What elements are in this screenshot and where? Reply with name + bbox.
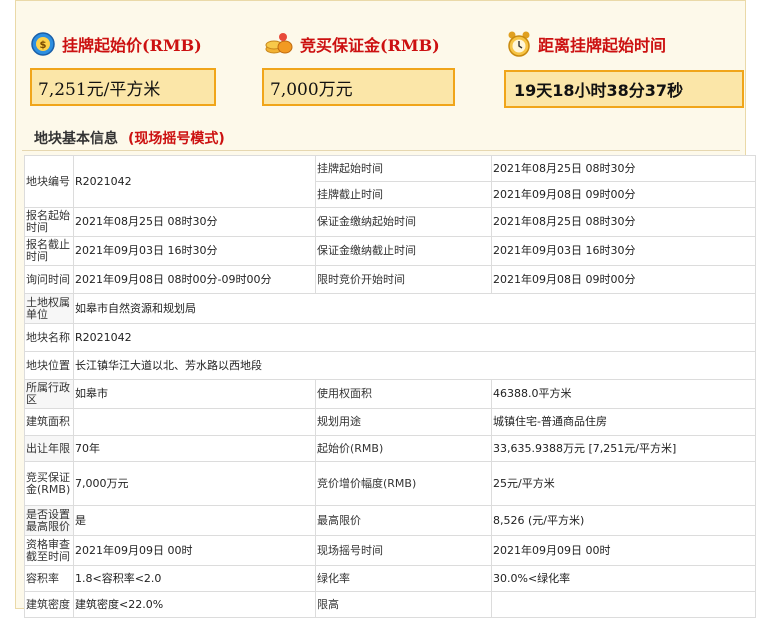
increment-label: 竞价增价幅度(RMB) <box>315 461 492 506</box>
listing-start-value: 2021年08月25日 08时30分 <box>491 155 756 182</box>
reg-start-value: 2021年08月25日 08时30分 <box>73 207 316 237</box>
table-row: 资格审查截至时间 2021年09月09日 00时 现场摇号时间 2021年09月… <box>24 535 756 566</box>
table-row: 建筑面积 规划用途 城镇住宅-普通商品住房 <box>24 408 756 436</box>
table-row: 地块编号 R2021042 挂牌起始时间 2021年08月25日 08时30分 <box>24 155 756 208</box>
term-value: 70年 <box>73 435 316 462</box>
lottery-value: 2021年09月09日 00时 <box>491 535 756 566</box>
start-price-value-box: 7,251元/平方米 <box>30 68 216 106</box>
deposit-label: 竞买保证金(RMB) <box>24 461 74 506</box>
max-price-value: 8,526 (元/平方米) <box>491 505 756 536</box>
countdown-value: 19天18小时38分37秒 <box>514 81 684 100</box>
start-price-label: 起始价(RMB) <box>315 435 492 462</box>
inquiry-value: 2021年09月08日 08时00分-09时00分 <box>73 265 316 294</box>
increment-value: 25元/平方米 <box>491 461 756 506</box>
deposit-value: 7,000万元 <box>73 461 316 506</box>
deposit-end-value: 2021年09月03日 16时30分 <box>491 236 756 266</box>
deposit-start-label: 保证金缴纳起始时间 <box>315 207 492 237</box>
section-heading: 地块基本信息 <box>34 131 118 147</box>
countdown-header: 距离挂牌起始时间 <box>506 30 666 58</box>
green-label: 绿化率 <box>315 565 492 592</box>
green-value: 30.0%<绿化率 <box>491 565 756 592</box>
district-label: 所属行政区 <box>24 379 74 409</box>
name-value: R2021042 <box>73 323 756 352</box>
build-area-label: 建筑面积 <box>24 408 74 436</box>
planned-use-label: 规划用途 <box>315 408 492 436</box>
table-row: 建筑密度 建筑密度<22.0% 限高 <box>24 591 756 618</box>
inquiry-label: 询问时间 <box>24 265 74 294</box>
owner-value: 如皋市自然资源和规划局 <box>73 293 756 324</box>
district-value: 如皋市 <box>73 379 316 409</box>
table-row: 出让年限 70年 起始价(RMB) 33,635.9388万元 [7,251元/… <box>24 435 756 462</box>
bid-start-label: 限时竞价开始时间 <box>315 265 492 294</box>
table-row: 询问时间 2021年09月08日 08时00分-09时00分 限时竞价开始时间 … <box>24 265 756 294</box>
parcel-no-label: 地块编号 <box>24 155 74 208</box>
alarm-clock-icon <box>508 31 530 57</box>
lottery-label: 现场摇号时间 <box>315 535 492 566</box>
density-value: 建筑密度<22.0% <box>73 591 316 618</box>
start-price-value: 7,251元/平方米 <box>38 79 161 100</box>
svg-text:$: $ <box>40 40 47 51</box>
section-title: 地块基本信息 (现场摇号模式) <box>34 128 225 148</box>
start-price-title: 挂牌起始价(RMB) <box>62 36 202 55</box>
table-row: 地块名称 R2021042 <box>24 323 756 352</box>
deposit-title: 竞买保证金(RMB) <box>300 36 440 55</box>
table-row: 所属行政区 如皋市 使用权面积 46388.0平方米 <box>24 379 756 409</box>
table-row: 容积率 1.8<容积率<2.0 绿化率 30.0%<绿化率 <box>24 565 756 592</box>
table-row: 是否设置最高限价 是 最高限价 8,526 (元/平方米) <box>24 505 756 536</box>
table-row: 竞买保证金(RMB) 7,000万元 竞价增价幅度(RMB) 25元/平方米 <box>24 461 756 506</box>
parcel-info-table: 地块编号 R2021042 挂牌起始时间 2021年08月25日 08时30分 … <box>24 155 756 618</box>
review-end-value: 2021年09月09日 00时 <box>73 535 316 566</box>
table-row: 地块位置 长江镇华江大道以北、芳水路以西地段 <box>24 351 756 380</box>
start-price-value: 33,635.9388万元 [7,251元/平方米] <box>491 435 756 462</box>
deposit-start-value: 2021年08月25日 08时30分 <box>491 207 756 237</box>
auction-mode: (现场摇号模式) <box>128 131 225 147</box>
far-value: 1.8<容积率<2.0 <box>73 565 316 592</box>
height-value <box>491 591 756 618</box>
reg-end-label: 报名截止时间 <box>24 236 74 266</box>
location-label: 地块位置 <box>24 351 74 380</box>
deposit-value-box: 7,000万元 <box>262 68 455 106</box>
max-price-label: 最高限价 <box>315 505 492 536</box>
use-area-value: 46388.0平方米 <box>491 379 756 409</box>
listing-end-value: 2021年09月08日 09时00分 <box>491 181 756 208</box>
table-row: 报名起始时间 2021年08月25日 08时30分 保证金缴纳起始时间 2021… <box>24 207 756 237</box>
table-row: 土地权属单位 如皋市自然资源和规划局 <box>24 293 756 324</box>
money-clock-icon: $ <box>31 32 55 56</box>
reg-start-label: 报名起始时间 <box>24 207 74 237</box>
start-price-header: $ 挂牌起始价(RMB) <box>30 30 202 58</box>
use-area-label: 使用权面积 <box>315 379 492 409</box>
countdown-title: 距离挂牌起始时间 <box>538 36 667 55</box>
planned-use-value: 城镇住宅-普通商品住房 <box>491 408 756 436</box>
listing-end-label: 挂牌截止时间 <box>315 181 492 208</box>
location-value: 长江镇华江大道以北、芳水路以西地段 <box>73 351 756 380</box>
section-divider <box>22 150 740 151</box>
term-label: 出让年限 <box>24 435 74 462</box>
limit-flag-value: 是 <box>73 505 316 536</box>
deposit-value: 7,000万元 <box>270 79 353 100</box>
limit-flag-label: 是否设置最高限价 <box>24 505 74 536</box>
name-label: 地块名称 <box>24 323 74 352</box>
coins-icon <box>265 33 293 54</box>
table-row: 报名截止时间 2021年09月03日 16时30分 保证金缴纳截止时间 2021… <box>24 236 756 266</box>
countdown-value-box: 19天18小时38分37秒 <box>504 70 744 108</box>
far-label: 容积率 <box>24 565 74 592</box>
height-label: 限高 <box>315 591 492 618</box>
parcel-no-value: R2021042 <box>73 155 316 208</box>
deposit-end-label: 保证金缴纳截止时间 <box>315 236 492 266</box>
bid-start-value: 2021年09月08日 09时00分 <box>491 265 756 294</box>
deposit-header: 竞买保证金(RMB) <box>264 30 440 58</box>
owner-label: 土地权属单位 <box>24 293 74 324</box>
review-end-label: 资格审查截至时间 <box>24 535 74 566</box>
reg-end-value: 2021年09月03日 16时30分 <box>73 236 316 266</box>
listing-start-label: 挂牌起始时间 <box>315 155 492 182</box>
build-area-value <box>73 408 316 436</box>
density-label: 建筑密度 <box>24 591 74 618</box>
